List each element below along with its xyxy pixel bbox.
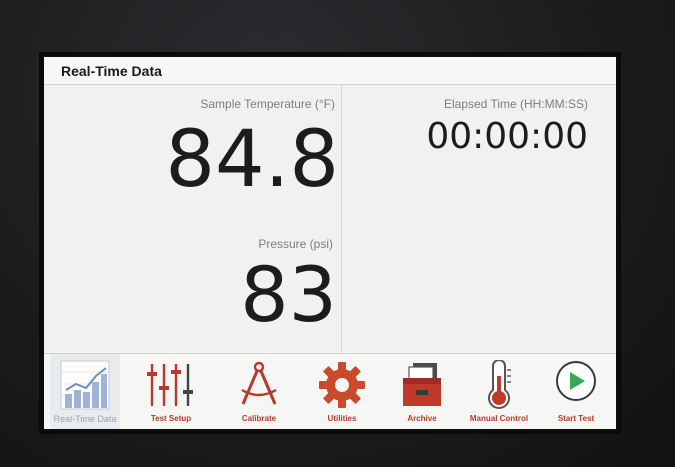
thermometer-icon: [474, 359, 524, 415]
title-bar: Real-Time Data: [44, 57, 616, 85]
temperature-value: 84.8: [165, 115, 339, 205]
nav-calibrate[interactable]: Calibrate: [224, 354, 294, 429]
bottom-nav: Real-Time Data Test Setup Calibrate Util…: [44, 353, 616, 429]
nav-real-time-data[interactable]: Real-Time Data: [50, 354, 120, 429]
gear-icon: [317, 360, 367, 415]
page-title: Real-Time Data: [61, 63, 162, 79]
nav-start-test[interactable]: Start Test: [541, 354, 611, 429]
nav-label-start-test: Start Test: [557, 414, 595, 423]
elapsed-time-label: Elapsed Time (HH:MM:SS): [443, 97, 588, 111]
archive-box-icon: [397, 360, 447, 415]
nav-label-real-time-data: Real-Time Data: [53, 414, 117, 424]
pressure-value: 83: [240, 250, 337, 339]
nav-archive[interactable]: Archive: [387, 354, 457, 429]
bar-chart-icon: [60, 360, 110, 415]
readout-panel-right: Elapsed Time (HH:MM:SS) 00:00:00: [342, 85, 616, 352]
nav-label-utilities: Utilities: [327, 414, 357, 423]
nav-manual-control[interactable]: Manual Control: [464, 354, 534, 429]
sliders-icon: [144, 360, 198, 415]
touch-screen: Real-Time Data Sample Temperature (°F) 8…: [42, 55, 618, 431]
temperature-label: Sample Temperature (°F): [200, 97, 335, 111]
elapsed-time-value: 00:00:00: [426, 116, 588, 157]
pressure-label: Pressure (psi): [258, 237, 333, 251]
readout-panel-left: Sample Temperature (°F) 84.8 Pressure (p…: [44, 85, 342, 352]
play-icon: [551, 360, 601, 415]
compass-icon: [234, 360, 284, 415]
nav-label-calibrate: Calibrate: [241, 414, 277, 423]
nav-label-test-setup: Test Setup: [150, 414, 192, 423]
nav-test-setup[interactable]: Test Setup: [136, 354, 206, 429]
nav-utilities[interactable]: Utilities: [307, 354, 377, 429]
